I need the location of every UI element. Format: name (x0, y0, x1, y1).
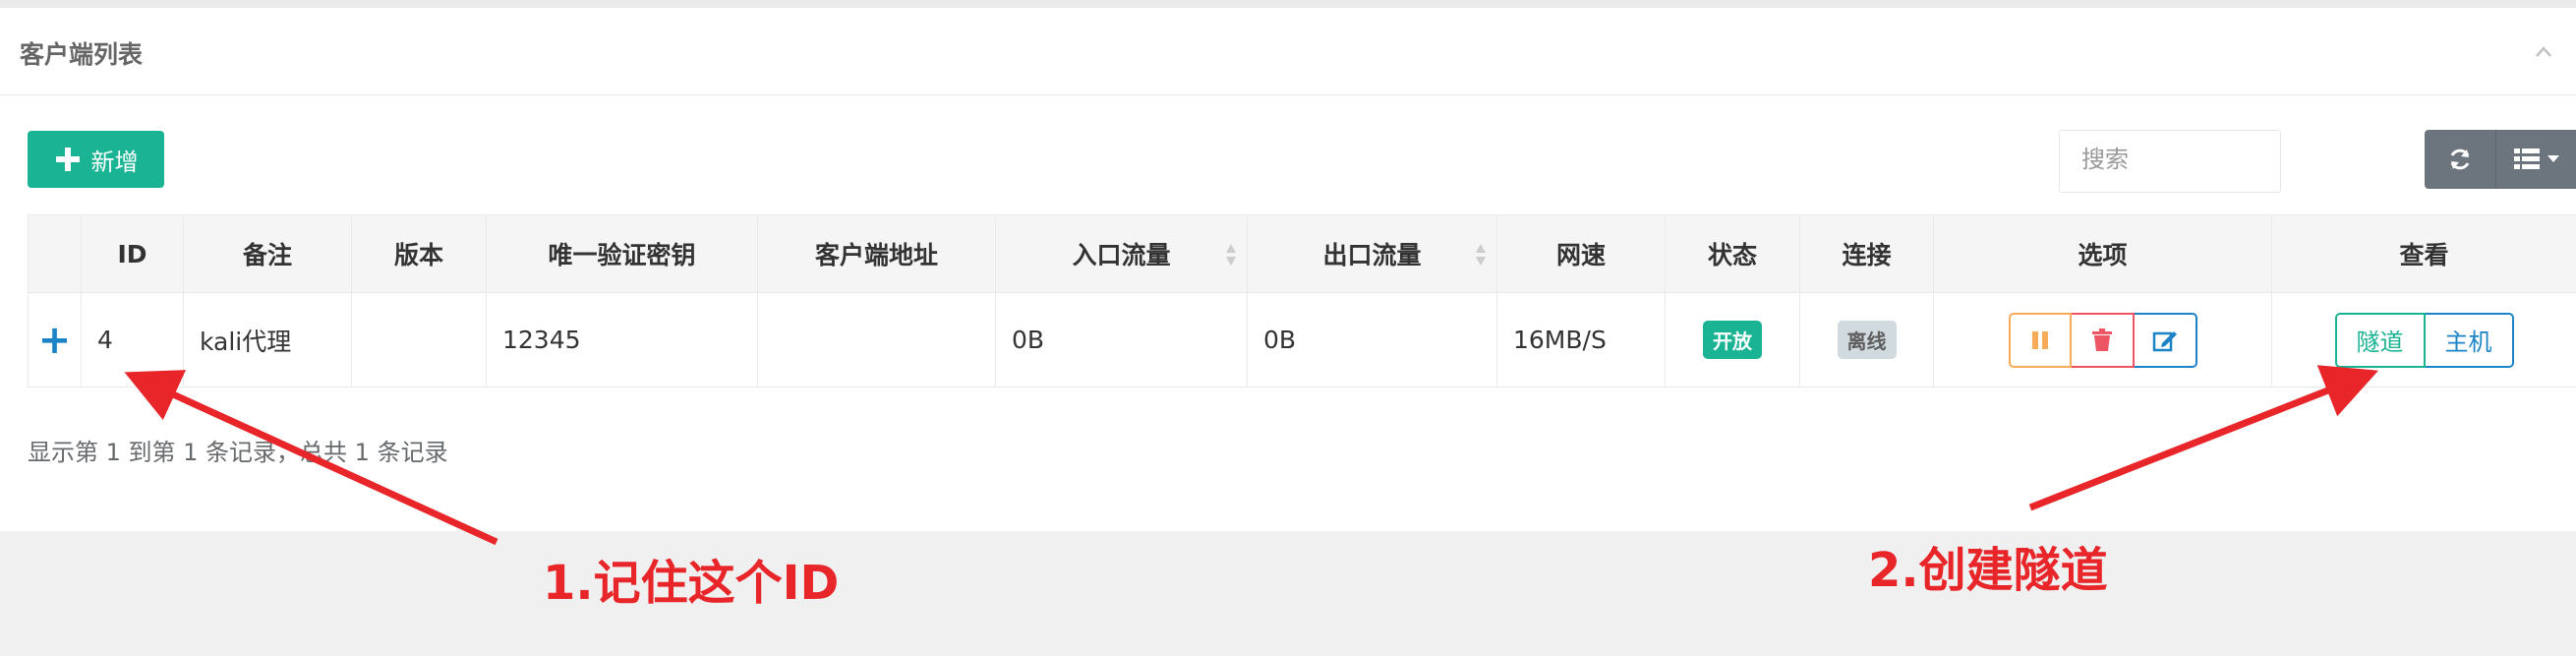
col-address[interactable]: 客户端地址 (757, 214, 996, 293)
refresh-button[interactable] (2425, 130, 2496, 189)
options-button-group (2008, 312, 2197, 368)
cell-connection: 离线 (1799, 292, 1934, 388)
add-button[interactable]: 新增 (28, 131, 164, 188)
table-tools (2425, 130, 2576, 189)
cell-id: 4 (81, 292, 184, 388)
sort-icon (1226, 244, 1236, 266)
cell-speed: 16MB/S (1496, 292, 1666, 388)
col-id[interactable]: ID (81, 214, 184, 293)
col-options[interactable]: 选项 (1933, 214, 2272, 293)
refresh-icon (2450, 149, 2470, 170)
cell-version (351, 292, 487, 388)
col-out-traffic-label: 出口流量 (1322, 241, 1422, 269)
col-status[interactable]: 状态 (1665, 214, 1800, 293)
col-speed[interactable]: 网速 (1496, 214, 1666, 293)
search-input[interactable] (2060, 131, 2278, 188)
cell-view: 隧道 主机 (2271, 292, 2576, 388)
view-button-group: 隧道 主机 (2334, 312, 2514, 368)
caret-down-icon (2547, 155, 2559, 162)
annotation-remember-id: 1.记住这个ID (543, 556, 840, 611)
host-button[interactable]: 主机 (2425, 312, 2514, 368)
col-out-traffic[interactable]: 出口流量 (1247, 214, 1497, 293)
pause-icon (2031, 330, 2048, 349)
cell-remark: kali代理 (183, 292, 352, 388)
table-row[interactable]: + 4 kali代理 12345 0B 0B 16MB/S 开放 离线 隧道 主… (28, 292, 2576, 388)
tunnel-button[interactable]: 隧道 (2334, 312, 2426, 368)
col-connection[interactable]: 连接 (1799, 214, 1934, 293)
expand-icon[interactable]: + (38, 318, 72, 363)
cell-status: 开放 (1665, 292, 1800, 388)
sort-icon (1476, 244, 1486, 266)
col-key[interactable]: 唯一验证密钥 (486, 214, 758, 293)
col-version[interactable]: 版本 (351, 214, 487, 293)
client-table: ID 备注 版本 唯一验证密钥 客户端地址 入口流量 出口流量 网速 状态 连接… (28, 214, 2576, 388)
edit-icon (2152, 330, 2177, 351)
cell-options (1933, 292, 2272, 388)
panel-title: 客户端列表 (20, 40, 144, 69)
plus-icon (55, 148, 80, 171)
panel-header: 客户端列表 (0, 8, 2576, 95)
trash-icon (2091, 328, 2112, 351)
cell-key: 12345 (486, 292, 758, 388)
pause-button[interactable] (2008, 312, 2072, 368)
top-strip (0, 0, 2576, 8)
col-view[interactable]: 查看 (2271, 214, 2576, 293)
col-remark[interactable]: 备注 (183, 214, 352, 293)
col-in-traffic[interactable]: 入口流量 (995, 214, 1248, 293)
edit-button[interactable] (2134, 312, 2197, 368)
search-field[interactable] (2059, 130, 2281, 193)
table-header-row: ID 备注 版本 唯一验证密钥 客户端地址 入口流量 出口流量 网速 状态 连接… (28, 214, 2576, 293)
col-in-traffic-label: 入口流量 (1072, 241, 1171, 269)
status-badge: 开放 (1703, 321, 1762, 359)
pagination-info: 显示第 1 到第 1 条记录，总共 1 条记录 (28, 439, 448, 466)
columns-icon (2514, 149, 2540, 169)
cell-out-traffic: 0B (1247, 292, 1497, 388)
chevron-up-icon[interactable] (2535, 43, 2552, 61)
cell-address (757, 292, 996, 388)
connection-badge: 离线 (1837, 321, 1897, 359)
columns-toggle-button[interactable] (2496, 130, 2576, 189)
expand-cell[interactable]: + (28, 292, 82, 388)
annotation-create-tunnel: 2.创建隧道 (1868, 543, 2108, 598)
cell-in-traffic: 0B (995, 292, 1248, 388)
delete-button[interactable] (2071, 312, 2135, 368)
add-button-label: 新增 (90, 148, 139, 176)
col-expand (28, 214, 82, 293)
